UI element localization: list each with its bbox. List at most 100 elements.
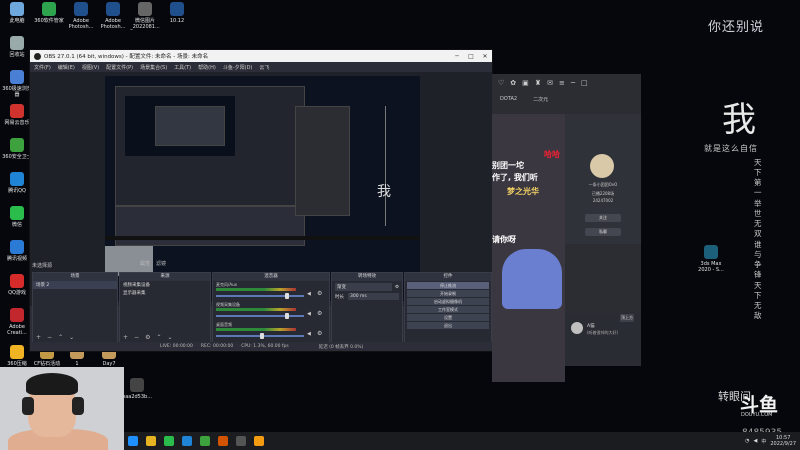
shirt-icon[interactable]: ♜ xyxy=(535,79,541,87)
slider-knob[interactable] xyxy=(284,293,289,299)
streamer-webcam xyxy=(0,367,124,450)
minimize-icon[interactable]: ─ xyxy=(450,53,464,60)
desktop-icon[interactable]: 3ds Max 2020 - S... xyxy=(694,245,728,273)
menu-profile[interactable]: 配置文件(P) xyxy=(106,64,133,71)
menu-tools[interactable]: 工具(T) xyxy=(174,64,191,71)
add-icon[interactable]: + xyxy=(36,334,41,341)
scenes-title: 场景 xyxy=(33,273,117,281)
app-icon xyxy=(10,2,24,16)
gear-icon[interactable]: ⚙ xyxy=(395,285,399,290)
control-button[interactable]: 退出 xyxy=(407,322,489,329)
slider-knob[interactable] xyxy=(260,333,264,339)
douyu-icon[interactable] xyxy=(254,436,264,446)
menu-douyu[interactable]: 斗鱼-夕阳(D) xyxy=(223,64,253,71)
douyu-video[interactable]: 哈哈 别团一坨 作了, 我们听 梦之光华 请你呀 xyxy=(492,114,565,382)
control-button[interactable]: 停止推流 xyxy=(407,282,489,289)
duration-input[interactable]: 300 ms xyxy=(348,293,399,300)
maximize-icon[interactable]: □ xyxy=(464,53,478,60)
menu-icon[interactable]: ≡ xyxy=(559,79,565,87)
gear-icon[interactable]: ⚙ xyxy=(317,330,322,337)
obs-window[interactable]: OBS 27.0.1 (64 bit, windows) - 配置文件: 未命名… xyxy=(29,49,493,352)
remove-icon[interactable]: − xyxy=(47,334,52,341)
tab-anime[interactable]: 二次元 xyxy=(533,96,548,103)
safety-icon[interactable] xyxy=(200,436,210,446)
close-icon[interactable]: ✕ xyxy=(478,53,492,60)
obs-preview[interactable]: 我 xyxy=(30,72,492,306)
top-button[interactable]: 顶上方 xyxy=(620,314,634,322)
desktop-icon[interactable]: baa2d53b... xyxy=(120,378,154,400)
scene-item[interactable]: 场景 2 xyxy=(33,281,117,289)
volume-icon[interactable]: ◀ xyxy=(753,438,757,444)
menu-file[interactable]: 文件(F) xyxy=(34,64,51,71)
source-item[interactable]: 显示器采集 xyxy=(120,289,210,297)
speaker-icon[interactable]: ◀ xyxy=(307,291,311,297)
down-icon[interactable]: ⌄ xyxy=(167,334,172,341)
filters-button[interactable]: 滤镜 xyxy=(156,260,166,267)
browser-icon[interactable] xyxy=(128,436,138,446)
control-button[interactable]: 设置 xyxy=(407,314,489,321)
control-button[interactable]: 开始录制 xyxy=(407,290,489,297)
gift-icon[interactable]: ✿ xyxy=(510,79,516,87)
volume-slider[interactable] xyxy=(216,313,304,319)
douyu-live-window[interactable]: ♡ ✿ ▣ ♜ ✉ ≡ ─ □ DOTA2 二次元 哈哈 别团一坨 作了, 我们… xyxy=(492,74,641,382)
anchor-card: 一条小团团OvO 已播2208场 24247002 关注 私聊 xyxy=(565,114,641,244)
qq-icon[interactable] xyxy=(182,436,192,446)
desktop-icon[interactable]: Adobe Photosh... xyxy=(64,2,98,30)
control-button[interactable]: 工作室模式 xyxy=(407,306,489,313)
desktop-icon-label: 微信图片_2022081... xyxy=(130,18,160,30)
gear-icon[interactable]: ⚙ xyxy=(317,310,322,317)
obs-icon[interactable] xyxy=(236,436,246,446)
folder-icon[interactable] xyxy=(146,436,156,446)
speaker-icon[interactable]: ◀ xyxy=(307,331,311,337)
tab-dota2[interactable]: DOTA2 xyxy=(500,96,517,102)
message-button[interactable]: 私聊 xyxy=(585,228,621,236)
volume-slider[interactable] xyxy=(216,333,304,339)
desktop-icon-label: Adobe Photosh... xyxy=(100,18,126,30)
mixer-channel: 视频采集设备 ◀ ⚙ xyxy=(213,301,329,321)
menu-edit[interactable]: 编辑(E) xyxy=(58,64,75,71)
menu-scene-collection[interactable]: 场景集合(S) xyxy=(140,64,167,71)
volume-slider[interactable] xyxy=(216,293,304,299)
clock[interactable]: 10:57 2022/9/27 xyxy=(770,435,796,447)
app-icon xyxy=(170,2,184,16)
gear-icon[interactable]: ⚙ xyxy=(317,290,322,297)
minimize-icon[interactable]: ─ xyxy=(571,79,575,87)
game-icon[interactable] xyxy=(218,436,228,446)
desktop-icon[interactable]: 微信图片_2022081... xyxy=(128,2,162,30)
follow-button[interactable]: 关注 xyxy=(585,214,621,222)
bag-icon[interactable]: ▣ xyxy=(522,79,529,87)
network-icon[interactable]: ◔ xyxy=(745,438,749,444)
desktop-icon[interactable]: 10.12 xyxy=(160,2,194,24)
speaker-icon[interactable]: ◀ xyxy=(307,311,311,317)
obs-titlebar[interactable]: OBS 27.0.1 (64 bit, windows) - 配置文件: 未命名… xyxy=(30,50,492,62)
add-icon[interactable]: + xyxy=(123,334,128,341)
desktop-icon[interactable]: Adobe Photosh... xyxy=(96,2,130,30)
properties-button[interactable]: 属性 xyxy=(140,260,150,267)
date: 2022/9/27 xyxy=(770,441,796,447)
control-button[interactable]: 启动虚拟摄像机 xyxy=(407,298,489,305)
obs-logo-icon xyxy=(34,52,41,60)
obs-title: OBS 27.0.1 (64 bit, windows) - 配置文件: 未命名… xyxy=(44,54,209,60)
ime-indicator[interactable]: 中 xyxy=(761,438,766,445)
down-icon[interactable]: ⌄ xyxy=(69,334,74,341)
restore-icon[interactable]: □ xyxy=(581,79,588,87)
anchor-stat: 已播2208场 xyxy=(591,191,615,196)
desktop-icon[interactable]: 此电脑 xyxy=(0,2,34,24)
menu-view[interactable]: 视图(V) xyxy=(82,64,99,71)
source-item[interactable]: 视频采集设备 xyxy=(120,281,210,289)
guest-card: A猫 (听着很帅的大好) 顶上方 xyxy=(565,314,641,366)
remove-icon[interactable]: − xyxy=(134,334,139,341)
wechat-icon[interactable] xyxy=(164,436,174,446)
menu-cloud[interactable]: 云飞 xyxy=(259,64,269,71)
gear-icon[interactable]: ⚙ xyxy=(145,334,150,341)
up-icon[interactable]: ⌃ xyxy=(156,334,161,341)
mail-icon[interactable]: ✉ xyxy=(547,79,553,87)
menu-help[interactable]: 帮助(H) xyxy=(198,64,216,71)
app-icon xyxy=(10,240,24,254)
desktop-icon[interactable]: 360软件管家 xyxy=(32,2,66,24)
sources-dock: 来源 视频采集设备 显示器采集 + − ⚙ ⌃ ⌄ xyxy=(119,272,211,344)
transition-select[interactable]: 渐变 xyxy=(335,283,392,291)
heart-icon[interactable]: ♡ xyxy=(498,79,504,87)
slider-knob[interactable] xyxy=(284,313,289,319)
up-icon[interactable]: ⌃ xyxy=(58,334,63,341)
